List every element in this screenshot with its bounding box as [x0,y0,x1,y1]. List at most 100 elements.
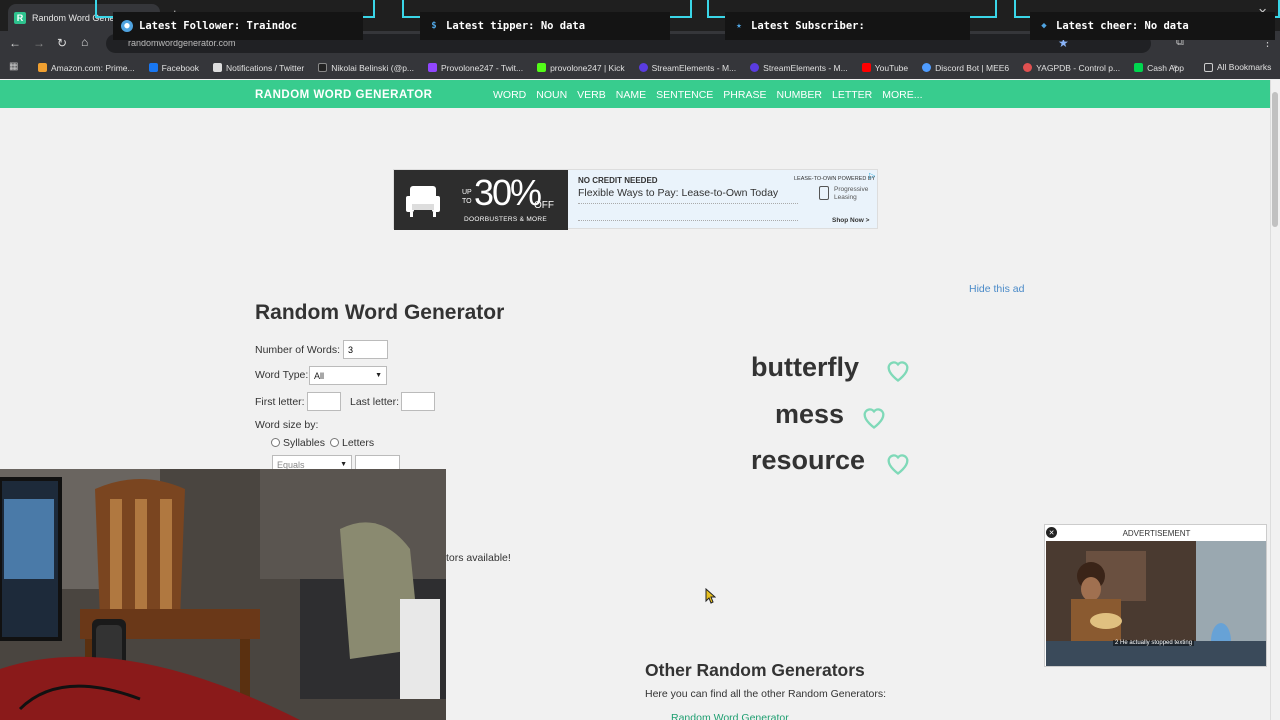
bookmark-item[interactable]: provolone247 | Kick [537,63,625,73]
adchoices-icon[interactable]: ▷ [869,171,875,180]
nav-noun[interactable]: NOUN [536,89,567,101]
first-letter-input[interactable] [307,392,341,411]
bookmark-favicon-icon [537,63,547,72]
number-of-words-label: Number of Words: [255,344,340,356]
ad-powered-by: LEASE-TO-OWN POWERED BY [794,176,876,182]
heart-icon[interactable] [884,356,912,384]
latest-follower-text: Latest Follower: Traindoc [139,20,298,32]
nav-letter[interactable]: LETTER [832,89,872,101]
chevron-down-icon: ▼ [375,372,382,379]
ad-percent: 30% [474,172,542,213]
ad-banner[interactable]: UP TO 30% OFF DOORBUSTERS & MORE NO CRED… [393,169,878,230]
home-icon[interactable]: ⌂ [81,35,88,49]
bookmark-favicon-icon [922,63,932,72]
progressive-logo-icon [819,186,829,200]
latest-subscriber-text: Latest Subscriber: [751,20,865,32]
ad-subheadline: Flexible Ways to Pay: Lease-to-Own Today [578,187,779,199]
latest-tipper-text: Latest tipper: No data [446,20,586,32]
ad-off: OFF [534,200,554,211]
page-title: Random Word Generator [255,301,505,324]
result-word: butterfly [751,352,859,382]
ad-fineprint [578,203,798,221]
ad-cta[interactable]: Shop Now > [832,217,869,224]
word-type-label: Word Type: [255,369,309,381]
bookmark-item[interactable]: StreamElements - M... [750,63,848,73]
armchair-icon [406,186,440,217]
last-letter-label: Last letter: [350,396,400,408]
other-generator-link[interactable]: Random Word Generator [671,712,789,720]
bookmark-favicon-icon [1134,63,1144,72]
letters-label: Letters [342,437,375,449]
video-ad-popup[interactable]: ✕ ADVERTISEMENT 2 He actually stopped te… [1044,524,1267,667]
bookmark-item[interactable]: YAGPDB - Control p... [1023,63,1120,73]
site-navbar: RANDOM WORD GENERATOR WORD NOUN VERB NAM… [0,80,1270,108]
letters-radio[interactable] [330,438,339,447]
bookmark-favicon-icon [750,63,760,72]
bookmark-favicon-icon [38,63,47,72]
hide-ad-link[interactable]: Hide this ad [969,283,1024,295]
word-type-select[interactable]: All ▼ [309,366,387,385]
scrollbar-thumb[interactable] [1272,92,1278,227]
webcam-overlay [0,469,446,720]
last-letter-input[interactable] [401,392,435,411]
reload-icon[interactable]: ↻ [57,36,67,50]
chevron-down-icon: ▼ [340,461,347,468]
other-generators-heading: Other Random Generators [645,660,865,680]
bookmark-favicon-icon [212,63,222,72]
latest-subscriber-banner: ★ Latest Subscriber: [725,12,970,40]
word-size-label: Word size by: [255,419,319,431]
star-icon: ★ [736,21,742,31]
first-letter-label: First letter: [255,396,305,408]
result-word: mess [775,399,845,429]
ad-brand: Progressive Leasing [834,186,869,201]
bookmark-item[interactable]: Notifications / Twitter [212,63,304,73]
number-of-words-input[interactable] [343,340,388,359]
ad-promo-panel: UP TO 30% OFF DOORBUSTERS & MORE [394,170,568,230]
forward-icon[interactable]: → [33,36,45,50]
site-brand-link[interactable]: RANDOM WORD GENERATOR [255,89,432,101]
video-ad-frame[interactable] [1046,541,1266,666]
bookmark-item[interactable]: Discord Bot | MEE6 [922,63,1009,73]
syllables-label: Syllables [283,437,326,449]
bookmark-item[interactable]: StreamElements - M... [638,63,736,73]
result-word: resource [751,445,866,475]
bookmarks-overflow-icon[interactable]: » [1173,61,1178,71]
latest-cheer-banner: ◆ Latest cheer: No data [1030,12,1275,40]
bookmark-favicon-icon [1023,63,1033,72]
heart-icon[interactable] [884,449,912,477]
heart-icon[interactable] [860,403,888,431]
latest-follower-banner: ● Latest Follower: Traindoc [113,12,363,40]
nav-more[interactable]: MORE... [882,89,922,101]
bookmark-favicon-icon [638,63,648,72]
nav-word[interactable]: WORD [493,89,526,101]
syllables-radio[interactable] [271,438,280,447]
nav-name[interactable]: NAME [616,89,646,101]
bookmark-item[interactable]: Nikolai Belinski (@p... [318,63,414,73]
diamond-icon: ◆ [1041,21,1047,31]
nav-links: WORD NOUN VERB NAME SENTENCE PHRASE NUMB… [493,89,923,101]
bookmark-favicon-icon [861,63,871,72]
folder-icon [1204,62,1213,72]
bookmark-item[interactable]: Facebook [148,63,199,73]
site-favicon: R [14,11,26,24]
bookmarks-bar: ▦ Amazon.com: Prime... Facebook Notifica… [0,56,1280,79]
ad-label: ADVERTISEMENT [1122,529,1191,538]
bookmark-item[interactable]: YouTube [861,63,908,73]
nav-sentence[interactable]: SENTENCE [656,89,713,101]
all-bookmarks-button[interactable]: All Bookmarks [1204,62,1271,72]
nav-number[interactable]: NUMBER [776,89,822,101]
back-icon[interactable]: ← [9,36,21,50]
bookmark-favicon-icon [318,63,328,72]
apps-grid-icon[interactable]: ▦ [9,61,18,72]
other-generators-desc: Here you can find all the other Random G… [645,688,887,700]
latest-cheer-text: Latest cheer: No data [1056,20,1189,32]
nav-phrase[interactable]: PHRASE [723,89,766,101]
bookmark-item[interactable]: Provolone247 - Twit... [428,63,523,73]
bookmark-item[interactable]: Amazon.com: Prime... [38,63,135,73]
webcam-scene [0,469,446,720]
bookmark-favicon-icon [428,63,438,72]
ad-doorbusters: DOORBUSTERS & MORE [464,216,548,223]
nav-verb[interactable]: VERB [577,89,606,101]
mouse-cursor-icon [705,588,716,604]
latest-tipper-banner: $ Latest tipper: No data [420,12,670,40]
